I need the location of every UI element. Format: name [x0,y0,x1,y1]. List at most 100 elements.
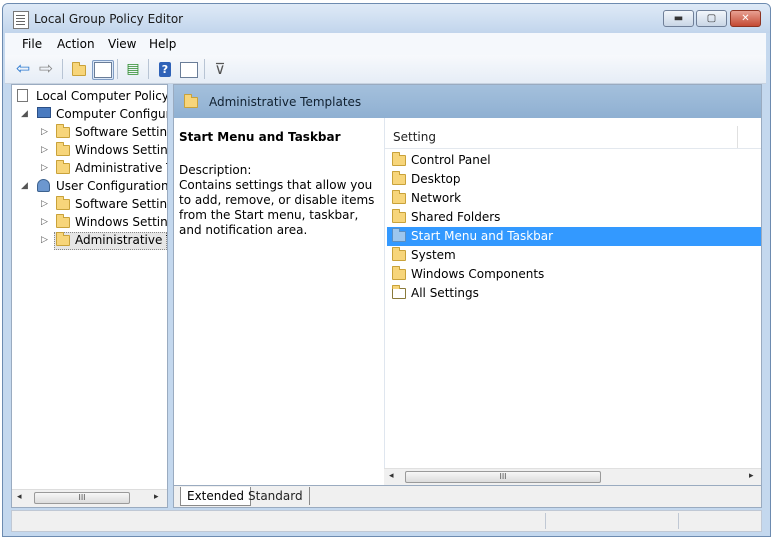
list-item-label: Shared Folders [411,210,501,224]
forward-arrow-icon[interactable]: ⇨ [36,60,56,78]
title-bar[interactable]: Local Group Policy Editor ▬ ▢ ✕ [3,4,770,33]
tree-item-label: Software Settings [75,197,168,211]
status-divider [545,513,546,529]
export-list-icon[interactable]: ▤ [123,60,143,78]
details-header: Administrative Templates [174,85,761,118]
toolbar-separator [62,59,63,79]
column-divider[interactable] [737,126,738,148]
list-item-all-settings[interactable]: All Settings [387,284,761,303]
folder-icon [56,124,70,138]
folder-icon [56,214,70,228]
scroll-right-arrow-icon[interactable]: ▸ [154,492,159,502]
column-header-label: Setting [393,130,436,144]
show-hide-tree-icon[interactable] [92,60,114,80]
properties-pane-icon[interactable] [179,60,199,78]
scroll-left-arrow-icon[interactable]: ◂ [389,471,394,481]
expanded-triangle-icon[interactable]: ◢ [21,105,28,123]
collapsed-triangle-icon[interactable]: ▷ [41,231,48,249]
tree-item-label: User Configuration [56,179,168,193]
collapsed-triangle-icon[interactable]: ▷ [41,123,48,141]
status-divider [678,513,679,529]
tree-item-label: Computer Configura [56,107,168,121]
collapsed-triangle-icon[interactable]: ▷ [41,159,48,177]
toolbar: ⇦ ⇨ ▤ ? ⊽ [5,55,766,84]
folder-icon [392,209,406,223]
toolbar-separator [204,59,205,79]
menu-help[interactable]: Help [149,37,176,51]
toolbar-separator [148,59,149,79]
collapsed-triangle-icon[interactable]: ▷ [41,195,48,213]
properties-icon-shape [180,62,198,78]
window-title: Local Group Policy Editor [34,12,184,26]
tree-item-label: Windows Setting [75,143,168,157]
folder-icon [392,247,406,261]
tree-item-label: Local Computer Policy [36,89,168,103]
up-folder-icon-shape [72,62,86,76]
all-settings-icon [392,285,406,299]
minimize-button[interactable]: ▬ [663,10,694,27]
tree-item-label: Administrative Te [75,233,167,247]
list-horizontal-scrollbar[interactable]: ◂ III ▸ [384,468,761,486]
close-button[interactable]: ✕ [730,10,761,27]
menu-action[interactable]: Action [57,37,95,51]
description-title: Start Menu and Taskbar [179,130,341,144]
description-label: Description: [179,163,252,177]
folder-icon [56,160,70,174]
folder-icon [392,152,406,166]
scroll-left-arrow-icon[interactable]: ◂ [17,492,22,502]
scroll-thumb[interactable]: III [405,471,601,483]
list-item-control-panel[interactable]: Control Panel [387,151,761,170]
column-header-setting[interactable]: Setting [385,126,761,149]
help-icon[interactable]: ? [159,62,171,77]
computer-icon [37,107,51,118]
list-item-label: Control Panel [411,153,491,167]
tab-standard[interactable]: Standard [242,487,310,505]
description-pane: Start Menu and Taskbar Description: Cont… [174,118,384,488]
list-item-shared-folders[interactable]: Shared Folders [387,208,761,227]
folder-icon [56,142,70,156]
back-arrow-icon[interactable]: ⇦ [13,60,33,78]
expanded-triangle-icon[interactable]: ◢ [21,177,28,195]
tree-item-label: Administrative Te [75,161,167,175]
menu-view[interactable]: View [108,37,136,51]
policy-document-icon [17,89,28,102]
list-item-label: Desktop [411,172,461,186]
list-item-label: Network [411,191,462,205]
tree-item-label: Windows Setting [75,215,168,229]
maximize-button[interactable]: ▢ [696,10,727,27]
folder-icon [392,266,406,280]
menu-file[interactable]: File [22,37,42,51]
settings-list[interactable]: Setting Control Panel Desktop Network Sh… [384,118,761,488]
list-item-system[interactable]: System [387,246,761,265]
tab-extended[interactable]: Extended [180,487,251,506]
app-window: Local Group Policy Editor ▬ ▢ ✕ File Act… [2,3,771,537]
details-pane: Administrative Templates Start Menu and … [173,84,762,508]
collapsed-triangle-icon[interactable]: ▷ [41,213,48,231]
filter-icon[interactable]: ⊽ [210,60,230,78]
status-bar [11,510,762,532]
policy-document-icon [13,11,29,29]
view-tabs: Extended Standard [174,485,761,507]
tree-horizontal-scrollbar[interactable]: ◂ III ▸ [12,489,167,507]
list-item-label: Windows Components [411,267,545,281]
folder-icon [392,190,406,204]
pane-icon-shape [94,62,112,78]
menu-bar: File Action View Help [5,33,766,55]
details-header-title: Administrative Templates [209,95,362,109]
tree-item-label: Software Settings [75,125,168,139]
scroll-right-arrow-icon[interactable]: ▸ [749,471,754,481]
scroll-thumb[interactable]: III [34,492,130,504]
folder-icon [392,228,406,242]
toolbar-separator [117,59,118,79]
up-folder-icon[interactable] [69,60,89,78]
collapsed-triangle-icon[interactable]: ▷ [41,141,48,159]
tree-pane[interactable]: Local Computer Policy ◢ Computer Configu… [11,84,168,508]
list-item-desktop[interactable]: Desktop [387,170,761,189]
description-text: Contains settings that allow you to add,… [179,178,375,237]
folder-icon [56,196,70,210]
list-item-windows-components[interactable]: Windows Components [387,265,761,284]
folder-icon [184,94,198,108]
folder-icon [56,232,70,246]
list-item-start-menu-and-taskbar[interactable]: Start Menu and Taskbar [387,227,761,246]
list-item-network[interactable]: Network [387,189,761,208]
